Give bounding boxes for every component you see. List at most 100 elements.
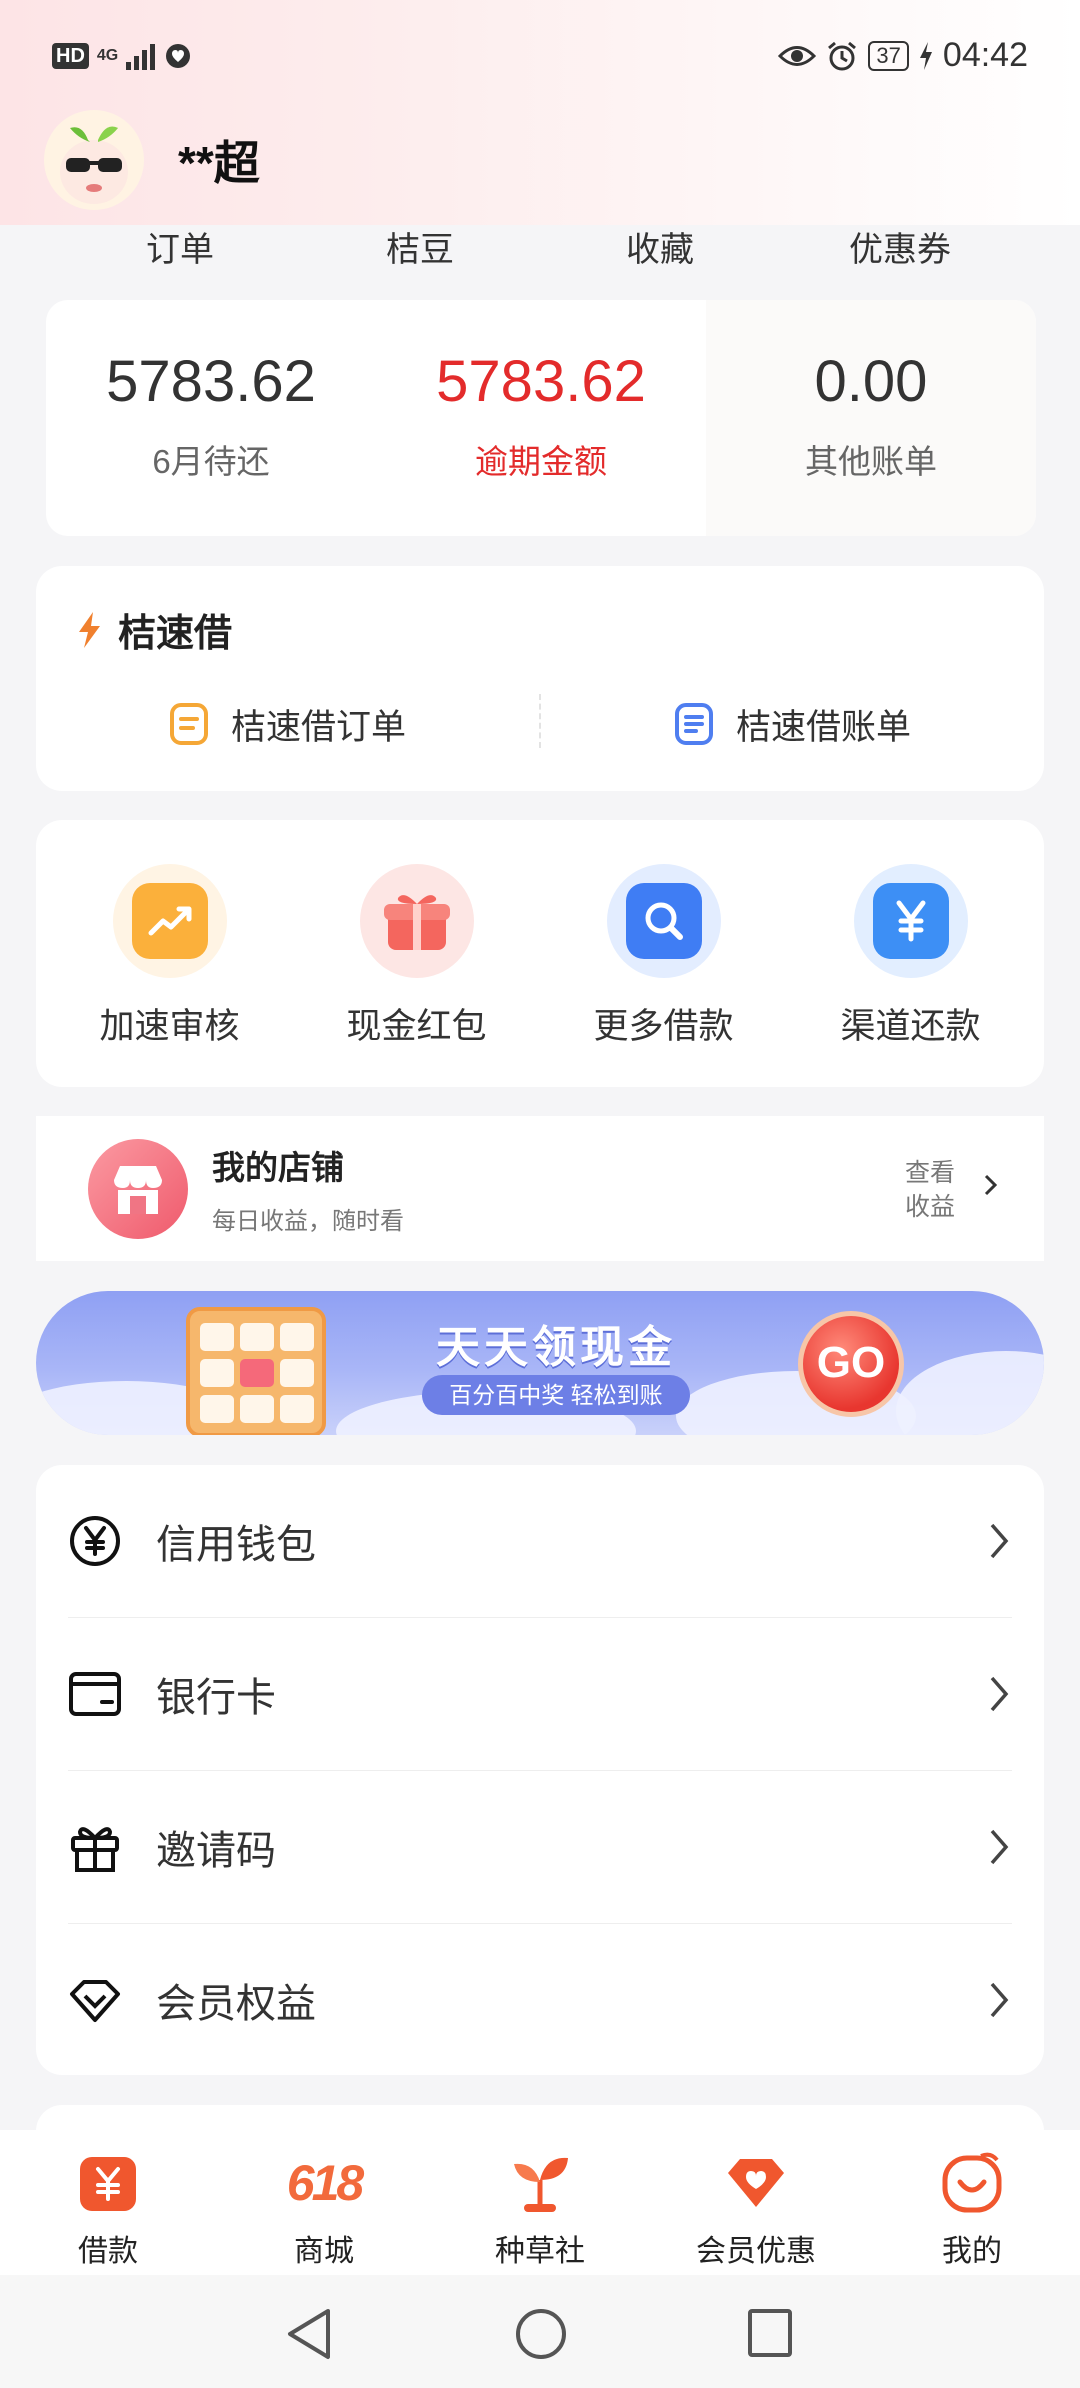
menu-bank-card[interactable]: 银行卡 bbox=[36, 1618, 1044, 1770]
tab-mine[interactable]: 我的 bbox=[864, 2130, 1080, 2275]
lightning-icon bbox=[79, 611, 100, 648]
menu-list: 信用钱包 银行卡 邀请码 会员权益 bbox=[36, 1465, 1044, 2075]
trend-up-icon bbox=[131, 883, 208, 959]
service-icon-bg bbox=[112, 864, 227, 978]
service-cash-redpacket[interactable]: 现金红包 bbox=[293, 864, 540, 1087]
shop-icon bbox=[88, 1138, 188, 1239]
gift-icon bbox=[379, 883, 455, 959]
services-grid: 加速审核 现金红包 更多借款 渠道还款 bbox=[36, 820, 1044, 1087]
tab-label: 种草社 bbox=[495, 2235, 585, 2268]
diamond-icon bbox=[68, 1973, 122, 2027]
hd-badge: HD bbox=[52, 43, 89, 69]
service-label: 渠道还款 bbox=[840, 1007, 981, 1046]
tab-mall[interactable]: 618 商城 bbox=[216, 2130, 432, 2275]
loan-icon bbox=[73, 2148, 143, 2218]
shop-view-earnings[interactable]: 查看 收益 bbox=[900, 1156, 960, 1224]
tab-loan[interactable]: 借款 bbox=[0, 2130, 216, 2275]
clock: 04:42 bbox=[942, 36, 1028, 74]
avatar[interactable] bbox=[44, 110, 144, 210]
bill-label: 逾期金额 bbox=[475, 443, 607, 480]
search-icon bbox=[625, 883, 702, 959]
bill-other[interactable]: 0.00 其他账单 bbox=[706, 300, 1036, 536]
service-label: 加速审核 bbox=[99, 1007, 240, 1046]
bill-label: 6月待还 bbox=[152, 443, 270, 480]
chevron-right-icon bbox=[990, 1676, 1009, 1712]
quick-tab-favorites[interactable]: 收藏 bbox=[626, 222, 694, 271]
chevron-right-icon bbox=[990, 1982, 1009, 2018]
go-button[interactable]: GO bbox=[798, 1311, 904, 1417]
chevron-right-icon bbox=[984, 1174, 998, 1196]
sprout-icon bbox=[505, 2148, 575, 2218]
jsj-bill-label: 桔速借账单 bbox=[735, 707, 911, 747]
menu-label: 银行卡 bbox=[156, 1676, 276, 1720]
tab-community[interactable]: 种草社 bbox=[432, 2130, 648, 2275]
status-bar: HD 4G 37 04:42 bbox=[0, 30, 1080, 90]
bill-value: 5783.62 bbox=[436, 349, 646, 414]
bottom-tab-bar: 借款 618 商城 种草社 会员优惠 我的 bbox=[0, 2130, 1080, 2275]
service-speed-review[interactable]: 加速审核 bbox=[46, 864, 293, 1087]
service-channel-repay[interactable]: 渠道还款 bbox=[787, 864, 1034, 1087]
tab-label: 会员优惠 bbox=[696, 2235, 816, 2268]
back-icon[interactable] bbox=[284, 2307, 334, 2361]
bill-label: 其他账单 bbox=[805, 443, 937, 480]
banner-title: 天天领现金 bbox=[436, 1323, 676, 1372]
quick-tab-coupons[interactable]: 优惠券 bbox=[849, 222, 951, 271]
shop-text: 我的店铺 每日收益，随时看 bbox=[212, 1141, 404, 1236]
profile-header[interactable]: **超 bbox=[44, 110, 260, 210]
jsj-title: 桔速借 bbox=[74, 602, 232, 657]
mall-618-badge: 618 bbox=[286, 2155, 364, 2211]
bill-overdue[interactable]: 5783.62 逾期金额 bbox=[376, 300, 706, 536]
alarm-icon bbox=[828, 41, 857, 70]
shop-title: 我的店铺 bbox=[212, 1149, 344, 1186]
recents-icon[interactable] bbox=[746, 2307, 794, 2359]
wallet-icon bbox=[68, 1667, 122, 1721]
quick-tab-beans[interactable]: 桔豆 bbox=[386, 222, 454, 271]
status-left: HD 4G bbox=[52, 42, 193, 70]
yuan-icon bbox=[872, 883, 949, 959]
bills-card: 5783.62 6月待还 5783.62 逾期金额 0.00 其他账单 bbox=[46, 300, 1036, 536]
gift-icon bbox=[68, 1820, 122, 1874]
network-type: 4G bbox=[96, 47, 119, 64]
service-more-loans[interactable]: 更多借款 bbox=[540, 864, 787, 1087]
charging-icon bbox=[919, 41, 932, 70]
bill-value: 0.00 bbox=[814, 349, 928, 414]
status-right: 37 04:42 bbox=[778, 36, 1028, 75]
jsj-order-button[interactable]: 桔速借订单 bbox=[36, 684, 539, 764]
quick-tab-orders[interactable]: 订单 bbox=[146, 222, 214, 271]
username: **超 bbox=[178, 137, 260, 189]
shop-more-line1: 查看 bbox=[904, 1159, 955, 1187]
signal-icon bbox=[126, 42, 156, 70]
service-label: 更多借款 bbox=[593, 1007, 734, 1046]
jsj-title-text: 桔速借 bbox=[118, 613, 233, 655]
battery-indicator: 37 bbox=[868, 40, 909, 71]
tab-member-deals[interactable]: 会员优惠 bbox=[648, 2130, 864, 2275]
tab-label: 商城 bbox=[294, 2235, 354, 2268]
menu-member-benefits[interactable]: 会员权益 bbox=[36, 1924, 1044, 2076]
menu-label: 会员权益 bbox=[156, 1982, 316, 2026]
bill-doc-icon bbox=[674, 703, 713, 745]
jsj-card: 桔速借 桔速借订单 桔速借账单 bbox=[36, 566, 1044, 791]
menu-credit-wallet[interactable]: 信用钱包 bbox=[36, 1465, 1044, 1617]
shop-more-line2: 收益 bbox=[904, 1193, 955, 1221]
home-icon[interactable] bbox=[514, 2307, 568, 2361]
chevron-right-icon bbox=[990, 1829, 1009, 1865]
bill-due-june[interactable]: 5783.62 6月待还 bbox=[46, 300, 376, 536]
my-shop-row[interactable]: 我的店铺 每日收益，随时看 查看 收益 bbox=[36, 1116, 1044, 1261]
avatar-mascot-icon bbox=[60, 126, 128, 204]
jsj-row: 桔速借订单 桔速借账单 bbox=[36, 684, 1044, 764]
menu-invite-code[interactable]: 邀请码 bbox=[36, 1771, 1044, 1923]
banner-subtitle: 百分百中奖 轻松到账 bbox=[422, 1375, 690, 1415]
order-doc-icon bbox=[169, 703, 208, 745]
mall-618-icon: 618 bbox=[286, 2148, 364, 2218]
service-icon-bg bbox=[853, 864, 968, 978]
quick-tabs: 订单 桔豆 收藏 优惠券 bbox=[0, 222, 1080, 282]
smile-icon bbox=[937, 2148, 1007, 2218]
cash-banner[interactable]: 天天领现金 百分百中奖 轻松到账 GO bbox=[36, 1291, 1044, 1435]
tab-label: 我的 bbox=[942, 2235, 1002, 2268]
member-heart-icon bbox=[721, 2148, 791, 2218]
bill-value: 5783.62 bbox=[106, 349, 316, 414]
shop-subtitle: 每日收益，随时看 bbox=[212, 1208, 404, 1235]
jsj-bill-button[interactable]: 桔速借账单 bbox=[541, 684, 1044, 764]
eye-icon bbox=[778, 45, 817, 66]
system-nav-bar bbox=[0, 2275, 1080, 2388]
